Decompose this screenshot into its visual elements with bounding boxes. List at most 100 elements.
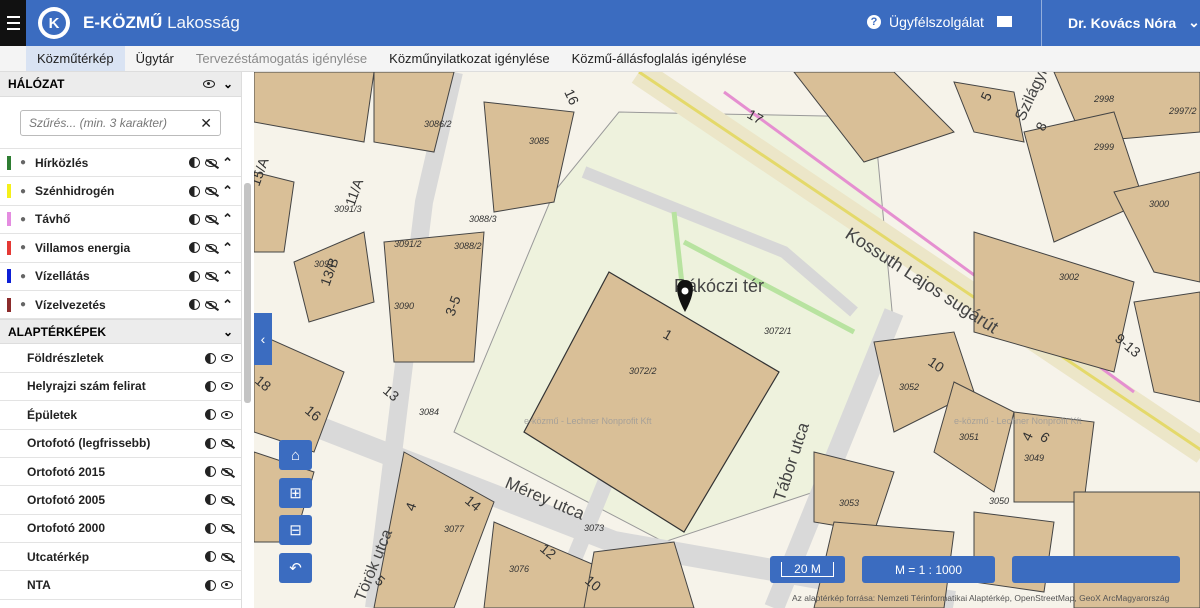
eye-off-icon[interactable] xyxy=(205,187,218,196)
map-canvas[interactable]: Rákóczi tér Kossuth Lajos sugárút Mérey … xyxy=(254,72,1200,608)
eye-off-icon[interactable] xyxy=(205,158,218,167)
chevron-up-icon[interactable]: ⌃ xyxy=(222,268,233,284)
parcel-number-label: 3088/2 xyxy=(454,241,482,251)
base-layer-row[interactable]: Utcatérkép xyxy=(0,543,241,572)
eye-icon[interactable] xyxy=(221,581,233,590)
user-menu[interactable]: Dr. Kovács Nóra ⌄ xyxy=(1068,14,1200,31)
base-layer-row[interactable]: Földrészletek xyxy=(0,344,241,373)
chevron-down-icon[interactable]: ⌄ xyxy=(223,77,233,91)
eye-off-icon[interactable] xyxy=(221,524,233,533)
scale-ratio[interactable]: M = 1 : 1000 xyxy=(862,556,995,583)
base-layer-label: Földrészletek xyxy=(27,351,104,366)
zoom-out-button[interactable]: ⊟ xyxy=(279,515,312,545)
eye-icon[interactable] xyxy=(221,354,233,363)
base-section-header[interactable]: ALAPTÉRKÉPEK ⌄ xyxy=(0,319,241,345)
help-link[interactable]: ? Ügyfélszolgálat xyxy=(867,14,984,30)
base-layer-row[interactable]: Épületek xyxy=(0,401,241,430)
network-layer-row[interactable]: ● Villamos energia ⌃ xyxy=(0,234,241,263)
close-icon[interactable]: ✕ xyxy=(200,115,212,132)
parcel-number-label: 2998 xyxy=(1093,94,1114,104)
chevron-up-icon[interactable]: ⌃ xyxy=(222,183,233,199)
parcel-number-label: 3084 xyxy=(419,407,439,417)
eye-off-icon[interactable] xyxy=(221,439,233,448)
opacity-icon[interactable] xyxy=(205,380,216,392)
opacity-icon[interactable] xyxy=(205,579,216,591)
hamburger-menu-button[interactable] xyxy=(0,0,26,46)
network-layer-row[interactable]: ● Vízellátás ⌃ xyxy=(0,263,241,291)
chevron-up-icon[interactable]: ⌃ xyxy=(222,155,233,171)
base-section-title: ALAPTÉRKÉPEK xyxy=(8,324,107,339)
network-section-header[interactable]: HÁLÓZAT ⌄ xyxy=(0,72,241,97)
base-layer-row[interactable]: NTA xyxy=(0,571,241,600)
opacity-icon[interactable] xyxy=(205,494,216,506)
network-layer-row[interactable]: ● Hírközlés ⌃ xyxy=(0,149,241,178)
chevron-up-icon[interactable]: ⌃ xyxy=(222,297,233,313)
tab-ugytar[interactable]: Ügytár xyxy=(125,46,185,71)
eye-off-icon[interactable] xyxy=(221,552,233,561)
sidebar-scrollbar[interactable] xyxy=(244,183,251,403)
layer-type-icon: ● xyxy=(19,242,27,254)
base-layer-row[interactable]: Helyrajzi szám felirat xyxy=(0,373,241,402)
layer-filter-input[interactable]: Szűrés... (min. 3 karakter) ✕ xyxy=(20,110,221,136)
eye-off-icon[interactable] xyxy=(221,467,233,476)
help-icon: ? xyxy=(867,15,881,29)
eye-icon[interactable] xyxy=(221,410,233,419)
scale-bar: 20 M xyxy=(770,556,845,583)
eye-off-icon[interactable] xyxy=(205,272,218,281)
mail-icon[interactable] xyxy=(997,16,1012,27)
base-layer-row[interactable]: Ortofotó 2005 xyxy=(0,486,241,515)
parcel-number-label: 3072/2 xyxy=(629,366,657,376)
chevron-up-icon[interactable]: ⌃ xyxy=(222,211,233,227)
base-layer-row[interactable]: Ortofotó 2000 xyxy=(0,515,241,544)
base-layer-row[interactable]: Ortofotó 2015 xyxy=(0,458,241,487)
map-drawing: Rákóczi tér Kossuth Lajos sugárút Mérey … xyxy=(254,72,1200,608)
eye-off-icon[interactable] xyxy=(205,243,218,252)
home-button[interactable]: ⌂ xyxy=(279,440,312,470)
parcel-number-label: 3052 xyxy=(899,382,919,392)
chevron-down-icon[interactable]: ⌄ xyxy=(223,325,233,339)
opacity-icon[interactable] xyxy=(205,551,216,563)
network-layer-row[interactable]: ● Távhő ⌃ xyxy=(0,206,241,235)
logo-letter: K xyxy=(42,11,66,35)
opacity-icon[interactable] xyxy=(205,409,216,421)
base-layer-label: Utcatérkép xyxy=(27,549,90,564)
zoom-in-button[interactable]: ⊞ xyxy=(279,478,312,508)
opacity-icon[interactable] xyxy=(205,437,216,449)
tab-kozmu-allasfoglalas[interactable]: Közmű-állásfoglalás igénylése xyxy=(561,46,758,71)
layer-label: Hírközlés xyxy=(35,155,89,170)
map-watermark-left: e-közmű - Lechner Nonprofit Kft xyxy=(524,416,652,426)
opacity-icon[interactable] xyxy=(205,352,216,364)
network-layer-row[interactable]: ● Szénhidrogén ⌃ xyxy=(0,177,241,206)
eye-icon[interactable] xyxy=(202,80,215,88)
opacity-icon[interactable] xyxy=(189,157,201,169)
undo-button[interactable]: ↶ xyxy=(279,553,312,583)
scale-bar-label: 20 M xyxy=(781,562,834,577)
eye-icon[interactable] xyxy=(221,382,233,391)
sidebar-collapse-button[interactable]: ‹ xyxy=(254,313,272,365)
opacity-icon[interactable] xyxy=(189,270,201,282)
parcel-number-label: 3085 xyxy=(529,136,550,146)
eye-off-icon[interactable] xyxy=(205,215,218,224)
layer-type-icon: ● xyxy=(19,185,27,197)
eye-off-icon[interactable] xyxy=(205,300,218,309)
opacity-icon[interactable] xyxy=(205,466,216,478)
brand-name: E-KÖZMŰ xyxy=(83,13,163,32)
opacity-icon[interactable] xyxy=(189,242,201,254)
layer-color-swatch xyxy=(7,240,11,255)
base-layer-label: Ortofotó 2015 xyxy=(27,464,106,479)
tab-kozmuterkep[interactable]: Közműtérkép xyxy=(26,46,125,71)
layer-type-icon: ● xyxy=(19,299,27,311)
network-layer-row[interactable]: ● Vízelvezetés ⌃ xyxy=(0,291,241,320)
opacity-icon[interactable] xyxy=(189,213,201,225)
tab-kozmunyilatkozat[interactable]: Közműnyilatkozat igénylése xyxy=(378,46,560,71)
parcel-number-label: 2997/2 xyxy=(1168,106,1197,116)
opacity-icon[interactable] xyxy=(189,185,201,197)
base-layer-row[interactable]: Ortofotó (legfrissebb) xyxy=(0,430,241,458)
scale-ratio-label: M = 1 : 1000 xyxy=(894,562,963,577)
coordinate-box[interactable] xyxy=(1012,556,1180,583)
opacity-icon[interactable] xyxy=(205,522,216,534)
app-logo[interactable]: K xyxy=(38,7,70,39)
opacity-icon[interactable] xyxy=(189,299,201,311)
eye-off-icon[interactable] xyxy=(221,495,233,504)
chevron-up-icon[interactable]: ⌃ xyxy=(222,240,233,256)
